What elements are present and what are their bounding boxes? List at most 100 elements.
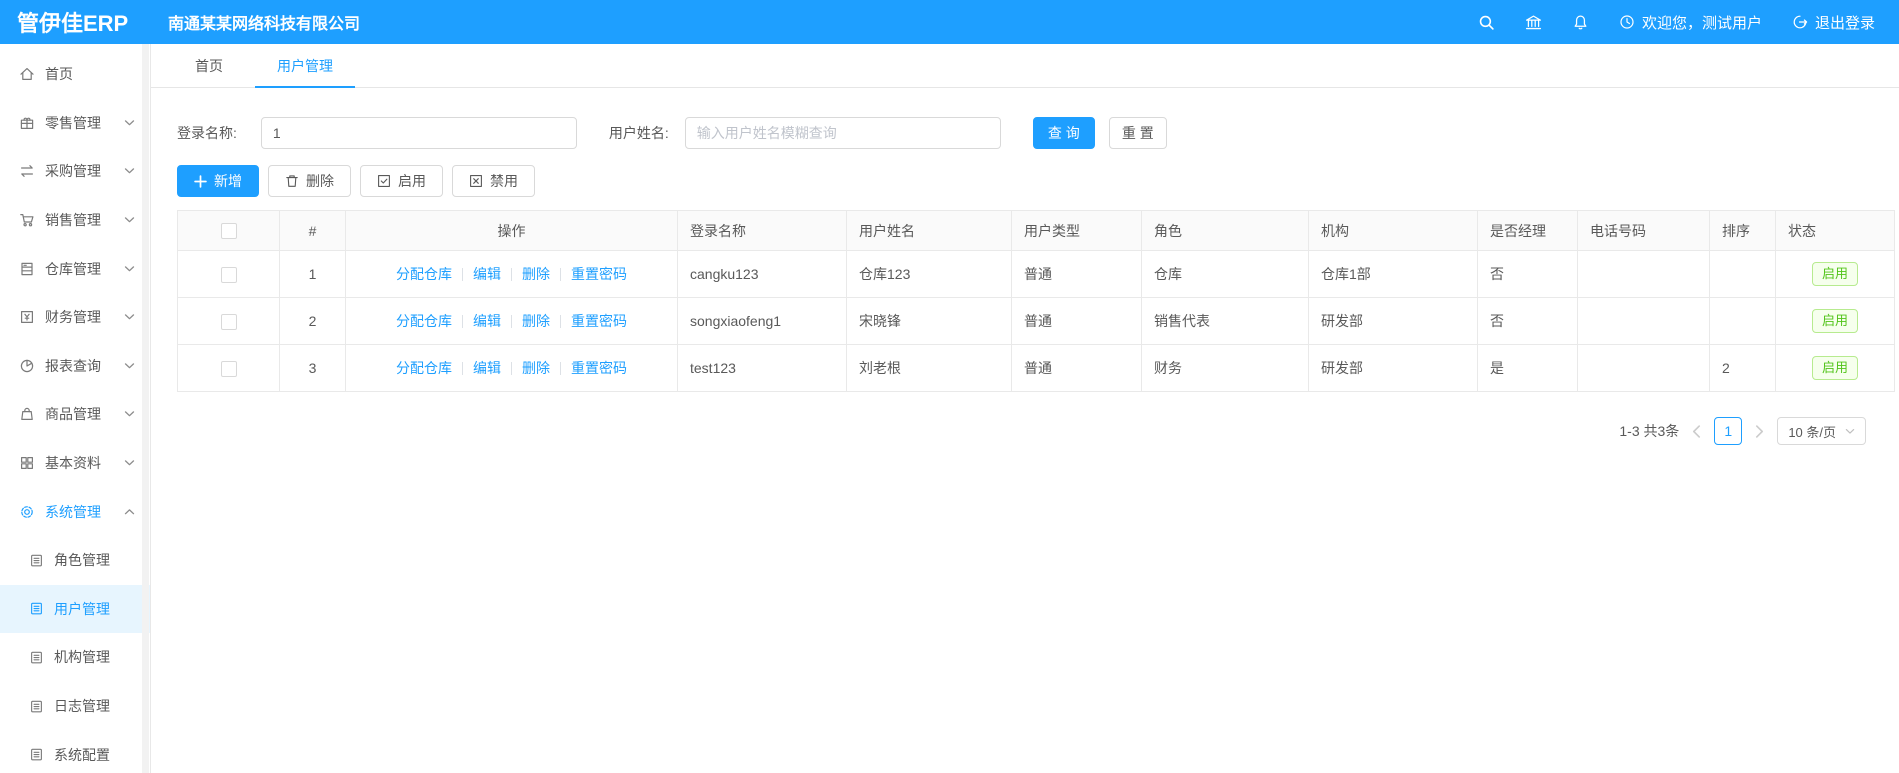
- sidebar-item-label: 财务管理: [45, 309, 101, 326]
- cell-role: 财务: [1141, 344, 1309, 392]
- row-checkbox[interactable]: [220, 360, 237, 377]
- col-actions: 操作: [345, 210, 678, 251]
- sidebar-item-goods[interactable]: 商品管理: [0, 390, 150, 439]
- edit-link[interactable]: 编辑: [473, 311, 501, 331]
- delete-link[interactable]: 删除: [522, 311, 550, 331]
- assign-warehouse-link[interactable]: 分配仓库: [396, 311, 452, 331]
- sidebar-item-basedata[interactable]: 基本资料: [0, 439, 150, 488]
- pie-chart-icon: [19, 358, 35, 374]
- logout-icon: [1792, 14, 1808, 30]
- sidebar-item-report[interactable]: 报表查询: [0, 342, 150, 391]
- doc-icon: [29, 747, 44, 762]
- cell-role: 销售代表: [1141, 297, 1309, 345]
- sidebar-item-finance[interactable]: 财务管理: [0, 293, 150, 342]
- sidebar-item-sales[interactable]: 销售管理: [0, 196, 150, 245]
- row-checkbox[interactable]: [220, 266, 237, 283]
- edit-link[interactable]: 编辑: [473, 264, 501, 284]
- table-row: 1 分配仓库 编辑 删除 重置密码 cangku123 仓库123 普通 仓库 …: [177, 250, 1895, 298]
- user-name-input[interactable]: [684, 117, 1001, 149]
- disable-button[interactable]: 禁用: [452, 165, 535, 197]
- cell-login: test123: [677, 344, 847, 392]
- status-badge[interactable]: 启用: [1811, 308, 1858, 334]
- clock-icon: [1619, 14, 1635, 30]
- divider: [560, 314, 561, 328]
- grid-icon: [19, 455, 35, 471]
- tab-home[interactable]: 首页: [173, 44, 245, 87]
- page-size-select[interactable]: 10 条/页: [1777, 417, 1866, 445]
- status-badge[interactable]: 启用: [1811, 355, 1858, 381]
- cell-usertype: 普通: [1011, 250, 1142, 298]
- assign-warehouse-link[interactable]: 分配仓库: [396, 264, 452, 284]
- sidebar-item-system[interactable]: 系统管理: [0, 487, 150, 536]
- delete-button[interactable]: 删除: [268, 165, 351, 197]
- header-actions: 欢迎您，测试用户 退出登录: [1478, 12, 1899, 33]
- home-icon: [19, 66, 35, 82]
- cell-username: 仓库123: [846, 250, 1012, 298]
- row-index: 1: [279, 250, 346, 298]
- delete-link[interactable]: 删除: [522, 358, 550, 378]
- welcome-text: 欢迎您，测试用户: [1641, 14, 1762, 32]
- reset-password-link[interactable]: 重置密码: [571, 358, 627, 378]
- sidebar-item-system-config[interactable]: 系统配置: [0, 730, 150, 773]
- cell-usertype: 普通: [1011, 297, 1142, 345]
- search-icon[interactable]: [1478, 14, 1495, 31]
- cell-manager: 否: [1477, 297, 1578, 345]
- chevron-down-icon: [124, 362, 135, 369]
- reset-password-link[interactable]: 重置密码: [571, 264, 627, 284]
- cell-manager: 是: [1477, 344, 1578, 392]
- sidebar-item-label: 零售管理: [45, 114, 101, 131]
- row-index: 3: [279, 344, 346, 392]
- status-badge[interactable]: 启用: [1811, 261, 1858, 287]
- sidebar-item-label: 销售管理: [45, 212, 101, 229]
- col-manager: 是否经理: [1477, 210, 1578, 251]
- prev-page-icon[interactable]: [1692, 424, 1701, 438]
- sidebar-item-warehouse[interactable]: 仓库管理: [0, 244, 150, 293]
- sidebar: 首页 零售管理 采购管理 销售管理 仓库管理 财务管理 报表查询 商品管理 基本…: [0, 44, 151, 773]
- sidebar-item-role-mgmt[interactable]: 角色管理: [0, 536, 150, 585]
- divider: [462, 267, 463, 281]
- sidebar-item-label: 采购管理: [45, 163, 101, 180]
- welcome-user[interactable]: 欢迎您，测试用户: [1619, 12, 1762, 33]
- enable-button[interactable]: 启用: [360, 165, 443, 197]
- assign-warehouse-link[interactable]: 分配仓库: [396, 358, 452, 378]
- sidebar-scrollbar[interactable]: [142, 44, 149, 773]
- add-button[interactable]: 新增: [177, 165, 259, 197]
- col-org: 机构: [1308, 210, 1478, 251]
- divider: [511, 267, 512, 281]
- sidebar-item-home[interactable]: 首页: [0, 50, 150, 99]
- check-square-icon: [377, 174, 391, 188]
- row-checkbox[interactable]: [220, 313, 237, 330]
- col-sort: 排序: [1709, 210, 1776, 251]
- chevron-down-icon: [1845, 428, 1855, 435]
- delete-link[interactable]: 删除: [522, 264, 550, 284]
- next-page-icon[interactable]: [1755, 424, 1764, 438]
- page-number[interactable]: 1: [1714, 417, 1743, 445]
- sidebar-item-label: 仓库管理: [45, 260, 101, 277]
- tab-user-mgmt[interactable]: 用户管理: [255, 44, 355, 88]
- login-name-label: 登录名称:: [177, 125, 237, 141]
- col-status: 状态: [1775, 210, 1895, 251]
- reset-button[interactable]: 重 置: [1108, 117, 1167, 149]
- sidebar-item-log-mgmt[interactable]: 日志管理: [0, 682, 150, 731]
- reset-password-link[interactable]: 重置密码: [571, 311, 627, 331]
- logout-button[interactable]: 退出登录: [1792, 12, 1875, 33]
- cell-manager: 否: [1477, 250, 1578, 298]
- search-button[interactable]: 查 询: [1032, 117, 1095, 149]
- sidebar-item-retail[interactable]: 零售管理: [0, 99, 150, 148]
- sidebar-item-user-mgmt[interactable]: 用户管理: [0, 584, 150, 634]
- bell-icon[interactable]: [1572, 14, 1589, 31]
- bank-icon[interactable]: [1525, 14, 1542, 31]
- cell-usertype: 普通: [1011, 344, 1142, 392]
- edit-link[interactable]: 编辑: [473, 358, 501, 378]
- gear-icon: [19, 504, 35, 520]
- divider: [560, 267, 561, 281]
- select-all-checkbox[interactable]: [220, 223, 237, 240]
- table-toolbar: 新增 删除 启用 禁用: [177, 165, 1899, 197]
- col-index: #: [279, 210, 346, 251]
- cell-phone: [1577, 297, 1710, 345]
- sidebar-item-org-mgmt[interactable]: 机构管理: [0, 633, 150, 682]
- sidebar-item-purchase[interactable]: 采购管理: [0, 147, 150, 196]
- app-logo: 管伊佳ERP: [17, 11, 129, 36]
- login-name-input[interactable]: [260, 117, 577, 149]
- col-role: 角色: [1141, 210, 1309, 251]
